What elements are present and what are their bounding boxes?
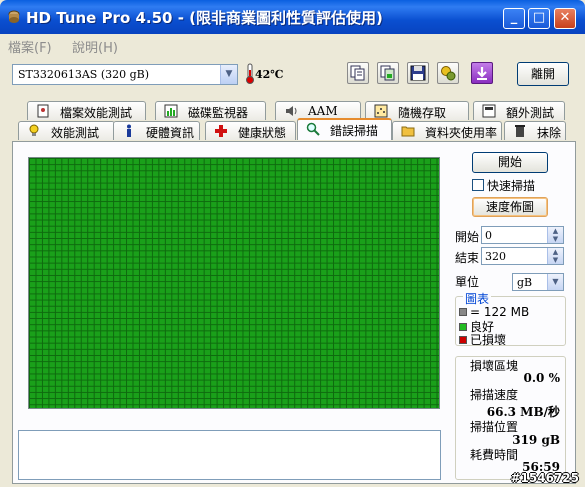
tab-label: 錯誤掃描 (330, 124, 379, 138)
start-label: 開始 (455, 230, 480, 244)
spinner-arrows-icon[interactable]: ▲ ▼ (547, 227, 563, 243)
end-value: 320 (485, 250, 506, 263)
window-title: HD Tune Pro 4.50 - (限非商業圖利性質評估使用) (26, 9, 383, 27)
random-access-icon (374, 104, 388, 118)
damaged-swatch (459, 336, 467, 344)
disk-monitor-icon (164, 104, 178, 118)
quick-scan-checkbox[interactable] (472, 179, 484, 191)
drive-select[interactable]: ST3320613AS (320 gB) ▼ (12, 64, 238, 85)
close-button[interactable]: ✕ (554, 8, 576, 29)
tab-label: 額外測試 (506, 106, 555, 120)
tab-label: 檔案效能測試 (60, 106, 133, 120)
thermometer-icon (246, 63, 254, 84)
tab-label: 硬體資訊 (146, 126, 195, 140)
unit-label: 單位 (455, 275, 480, 289)
copy-image-button[interactable] (377, 62, 399, 84)
save-button[interactable] (407, 62, 429, 84)
download-arrow-icon (477, 67, 487, 80)
tab-label: 效能測試 (51, 126, 100, 140)
tab-benchmark[interactable]: 效能測試 (18, 121, 115, 140)
tab-error-scan[interactable]: 錯誤掃描 (297, 118, 392, 140)
exit-button[interactable]: 離開 (517, 62, 569, 86)
options-icon (441, 66, 456, 81)
download-button[interactable] (471, 62, 493, 84)
scan-log (18, 430, 441, 480)
quick-scan-label: 快速掃描 (487, 179, 536, 193)
lightbulb-icon (29, 124, 39, 136)
magnifier-icon (306, 122, 320, 136)
tab-label: AAM (308, 104, 338, 118)
tab-file-benchmark[interactable]: 檔案效能測試 (27, 101, 146, 120)
tab-label: 抹除 (537, 126, 562, 140)
watermark: #1546725 (510, 471, 579, 485)
options-button[interactable] (437, 62, 459, 84)
tab-extra-tests[interactable]: 額外測試 (473, 101, 565, 120)
start-spinner[interactable]: 0 ▲ ▼ (481, 226, 564, 244)
good-swatch (459, 323, 467, 331)
tab-health[interactable]: 健康狀態 (205, 121, 296, 140)
tab-info[interactable]: 硬體資訊 (113, 121, 200, 140)
start-value: 0 (485, 229, 492, 242)
tab-erase[interactable]: 抹除 (504, 121, 566, 140)
extra-tests-icon (482, 104, 496, 118)
copy-text-icon (350, 65, 365, 81)
menu-file[interactable]: 檔案(F) (8, 37, 52, 56)
scan-block-map (28, 157, 440, 409)
block-size-swatch (459, 308, 467, 316)
chevron-down-icon[interactable]: ▼ (547, 274, 563, 290)
minimize-button[interactable]: _ (503, 8, 525, 29)
menu-bar: 檔案(F) 說明(H) (0, 34, 585, 56)
legend-item: 已損壞 (459, 331, 506, 348)
tab-label: 健康狀態 (238, 126, 287, 140)
tab-label: 隨機存取 (398, 106, 447, 120)
info-icon (127, 124, 131, 137)
file-benchmark-icon (37, 104, 49, 118)
app-disk-icon (8, 10, 20, 23)
maximize-button[interactable]: □ (528, 8, 550, 29)
chevron-down-icon[interactable]: ▼ (220, 65, 237, 84)
scan-position-label: 掃描位置 (470, 420, 519, 434)
scan-speed-label: 掃描速度 (470, 388, 519, 402)
scan-position-value: 319 gB (512, 433, 560, 447)
copy-text-button[interactable] (347, 62, 369, 84)
tab-label: 磁碟監視器 (188, 106, 249, 120)
unit-value: gB (517, 276, 533, 289)
save-icon (410, 65, 426, 81)
drive-select-value: ST3320613AS (320 gB) (18, 68, 150, 81)
unit-select[interactable]: gB ▼ (512, 273, 564, 291)
tab-disk-monitor[interactable]: 磁碟監視器 (155, 101, 266, 120)
elapsed-time-label: 耗費時間 (470, 448, 519, 462)
damaged-blocks-value: 0.0 % (523, 371, 560, 385)
menu-help[interactable]: 說明(H) (72, 37, 118, 56)
spinner-arrows-icon[interactable]: ▲ ▼ (547, 248, 563, 264)
trash-icon (515, 125, 525, 137)
legend-item: = 122 MB (459, 305, 529, 319)
start-button[interactable]: 開始 (472, 152, 548, 173)
tab-folder-usage[interactable]: 資料夾使用率 (392, 121, 502, 140)
title-bar: HD Tune Pro 4.50 - (限非商業圖利性質評估使用) _ □ ✕ (0, 0, 585, 34)
copy-image-icon (380, 65, 395, 81)
end-label: 結束 (455, 251, 480, 265)
damaged-blocks-label: 損壞區塊 (470, 359, 519, 373)
end-spinner[interactable]: 320 ▲ ▼ (481, 247, 564, 265)
speed-map-button[interactable]: 速度佈圖 (472, 197, 548, 217)
temperature-readout: 42℃ (255, 68, 284, 81)
health-cross-icon (215, 125, 227, 137)
tab-label: 資料夾使用率 (425, 126, 498, 140)
folder-icon (401, 126, 415, 137)
speaker-icon (286, 106, 297, 116)
